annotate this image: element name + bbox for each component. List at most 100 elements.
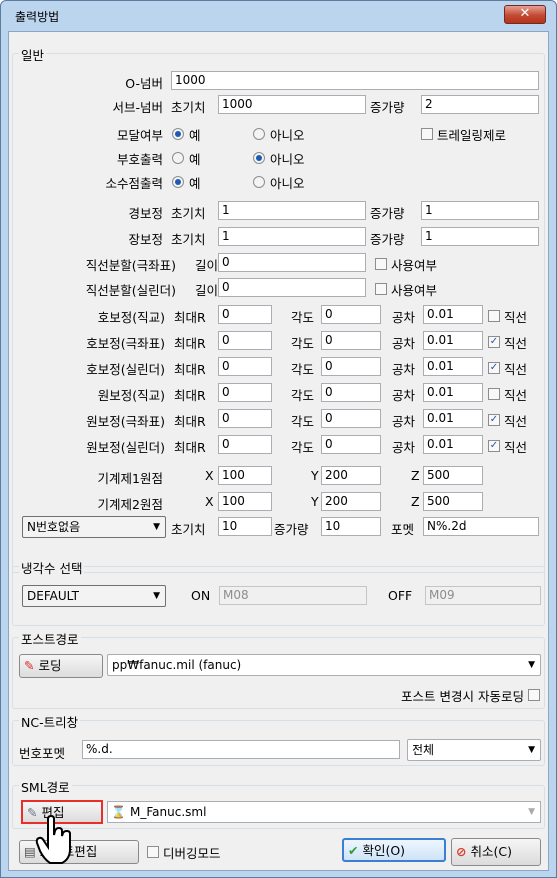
long-inc-input[interactable]: 1 bbox=[421, 227, 539, 246]
line-checkbox[interactable]: ✓ bbox=[488, 440, 500, 452]
maxr-label: 최대R bbox=[174, 388, 206, 403]
ok-button[interactable]: ✔ 확인(O) bbox=[342, 838, 446, 862]
line-label: 직선 bbox=[504, 440, 528, 455]
seg-cyl-use-label: 사용여부 bbox=[391, 283, 438, 298]
chevron-down-icon: ▼ bbox=[528, 807, 535, 817]
origin1-z-label: Z bbox=[411, 468, 420, 483]
origin2-y-input[interactable]: 200 bbox=[321, 492, 381, 511]
general-legend: 일반 bbox=[19, 45, 47, 64]
seg-cyl-len-input[interactable]: 0 bbox=[218, 278, 366, 297]
onum-input[interactable]: 1000 bbox=[171, 71, 539, 90]
maxr-input[interactable]: 0 bbox=[218, 305, 272, 324]
origin2-x-input[interactable]: 100 bbox=[218, 492, 272, 511]
angle-input[interactable]: 0 bbox=[321, 435, 381, 454]
angle-input[interactable]: 0 bbox=[321, 357, 381, 376]
sml-legend: SML경로 bbox=[19, 777, 72, 796]
angle-label: 각도 bbox=[291, 414, 315, 429]
tol-input[interactable]: 0.01 bbox=[423, 383, 483, 402]
tol-input[interactable]: 0.01 bbox=[423, 409, 483, 428]
sml-path-select[interactable]: ⌛ M_Fanuc.sml ▼ bbox=[107, 801, 541, 823]
angle-input[interactable]: 0 bbox=[321, 305, 381, 324]
nmode-format-input[interactable]: N%.2d bbox=[423, 517, 539, 536]
comp-label: 호보정(직교) bbox=[97, 310, 165, 325]
origin2-x-label: X bbox=[205, 494, 214, 509]
tol-input[interactable]: 0.01 bbox=[423, 435, 483, 454]
nmode-init-label: 초기치 bbox=[171, 522, 206, 537]
nc-format-input[interactable]: %.d. bbox=[82, 740, 400, 759]
origin1-x-input[interactable]: 100 bbox=[218, 466, 272, 485]
line-label: 직선 bbox=[504, 336, 528, 351]
light-init-label: 초기치 bbox=[171, 206, 206, 221]
onum-label: O-넘버 bbox=[125, 76, 163, 91]
angle-label: 각도 bbox=[291, 440, 315, 455]
tol-input[interactable]: 0.01 bbox=[423, 305, 483, 324]
origin1-label: 기계제1원점 bbox=[97, 471, 163, 486]
origin1-y-label: Y bbox=[311, 468, 319, 483]
angle-input[interactable]: 0 bbox=[321, 383, 381, 402]
seg-polar-len-input[interactable]: 0 bbox=[218, 253, 366, 272]
modal-no-radio[interactable] bbox=[253, 128, 265, 140]
line-checkbox[interactable]: ✓ bbox=[488, 414, 500, 426]
angle-label: 각도 bbox=[291, 310, 315, 325]
sign-yes-radio[interactable] bbox=[172, 152, 184, 164]
decimal-yes-radio[interactable] bbox=[172, 176, 184, 188]
post-path-select[interactable]: pp₩fanuc.mil (fanuc) ▼ bbox=[107, 654, 541, 676]
subnum-inc-label: 증가량 bbox=[370, 100, 405, 115]
nmode-init-input[interactable]: 10 bbox=[218, 517, 272, 536]
seg-polar-use-checkbox[interactable] bbox=[375, 258, 387, 270]
tol-label: 공차 bbox=[392, 310, 416, 325]
angle-input[interactable]: 0 bbox=[321, 331, 381, 350]
subnum-inc-input[interactable]: 2 bbox=[421, 95, 539, 114]
nc-scope-select[interactable]: 전체 ▼ bbox=[407, 739, 541, 761]
origin1-y-input[interactable]: 200 bbox=[321, 466, 381, 485]
maxr-input[interactable]: 0 bbox=[218, 331, 272, 350]
line-checkbox[interactable] bbox=[488, 310, 500, 322]
post-auto-checkbox[interactable] bbox=[528, 689, 540, 701]
tol-input[interactable]: 0.01 bbox=[423, 357, 483, 376]
maxr-label: 최대R bbox=[174, 440, 206, 455]
coolant-off-label: OFF bbox=[388, 588, 413, 603]
debug-checkbox[interactable] bbox=[147, 846, 159, 858]
light-inc-label: 증가량 bbox=[370, 206, 405, 221]
tol-label: 공차 bbox=[392, 388, 416, 403]
nmode-inc-input[interactable]: 10 bbox=[321, 517, 381, 536]
decimal-no-radio[interactable] bbox=[253, 176, 265, 188]
maxr-input[interactable]: 0 bbox=[218, 435, 272, 454]
load-icon: ✎ bbox=[24, 658, 35, 673]
long-init-label: 초기치 bbox=[171, 232, 206, 247]
close-button[interactable]: ✕ bbox=[504, 5, 546, 24]
light-inc-input[interactable]: 1 bbox=[421, 201, 539, 220]
line-checkbox[interactable] bbox=[488, 388, 500, 400]
maxr-input[interactable]: 0 bbox=[218, 383, 272, 402]
line-checkbox[interactable]: ✓ bbox=[488, 362, 500, 374]
subnum-init-input[interactable]: 1000 bbox=[218, 95, 366, 114]
angle-input[interactable]: 0 bbox=[321, 409, 381, 428]
coolant-select[interactable]: DEFAULT ▼ bbox=[22, 585, 166, 607]
modal-yes-radio[interactable] bbox=[172, 128, 184, 140]
origin2-z-input[interactable]: 500 bbox=[423, 492, 483, 511]
long-init-input[interactable]: 1 bbox=[218, 227, 366, 246]
maxr-input[interactable]: 0 bbox=[218, 409, 272, 428]
seg-cyl-use-checkbox[interactable] bbox=[375, 283, 387, 295]
coolant-on-input: M08 bbox=[219, 586, 367, 605]
nmode-inc-label: 증가량 bbox=[274, 522, 309, 537]
long-label: 장보정 bbox=[128, 232, 163, 247]
line-checkbox[interactable]: ✓ bbox=[488, 336, 500, 348]
maxr-input[interactable]: 0 bbox=[218, 357, 272, 376]
dialog-window: 출력방법 ✕ 일반 O-넘버 1000 서브-넘버 초기치 1000 증가량 2… bbox=[0, 0, 557, 878]
seg-cyl-len-label: 길이 bbox=[195, 283, 219, 298]
n-number-mode-select[interactable]: N번호없음 ▼ bbox=[22, 516, 166, 538]
post-load-button[interactable]: ✎ 로딩 bbox=[19, 654, 103, 678]
coolant-legend: 냉각수 선택 bbox=[19, 558, 85, 577]
sign-no-radio[interactable] bbox=[253, 152, 265, 164]
angle-label: 각도 bbox=[291, 336, 315, 351]
tol-label: 공차 bbox=[392, 362, 416, 377]
tol-input[interactable]: 0.01 bbox=[423, 331, 483, 350]
hand-cursor-icon bbox=[35, 815, 71, 864]
title-bar: 출력방법 ✕ bbox=[1, 1, 556, 29]
trailing-zero-checkbox[interactable] bbox=[421, 128, 433, 140]
origin1-z-input[interactable]: 500 bbox=[423, 466, 483, 485]
ok-label: 확인(O) bbox=[362, 843, 406, 858]
light-init-input[interactable]: 1 bbox=[218, 201, 366, 220]
cancel-button[interactable]: ⊘ 취소(C) bbox=[451, 838, 541, 866]
